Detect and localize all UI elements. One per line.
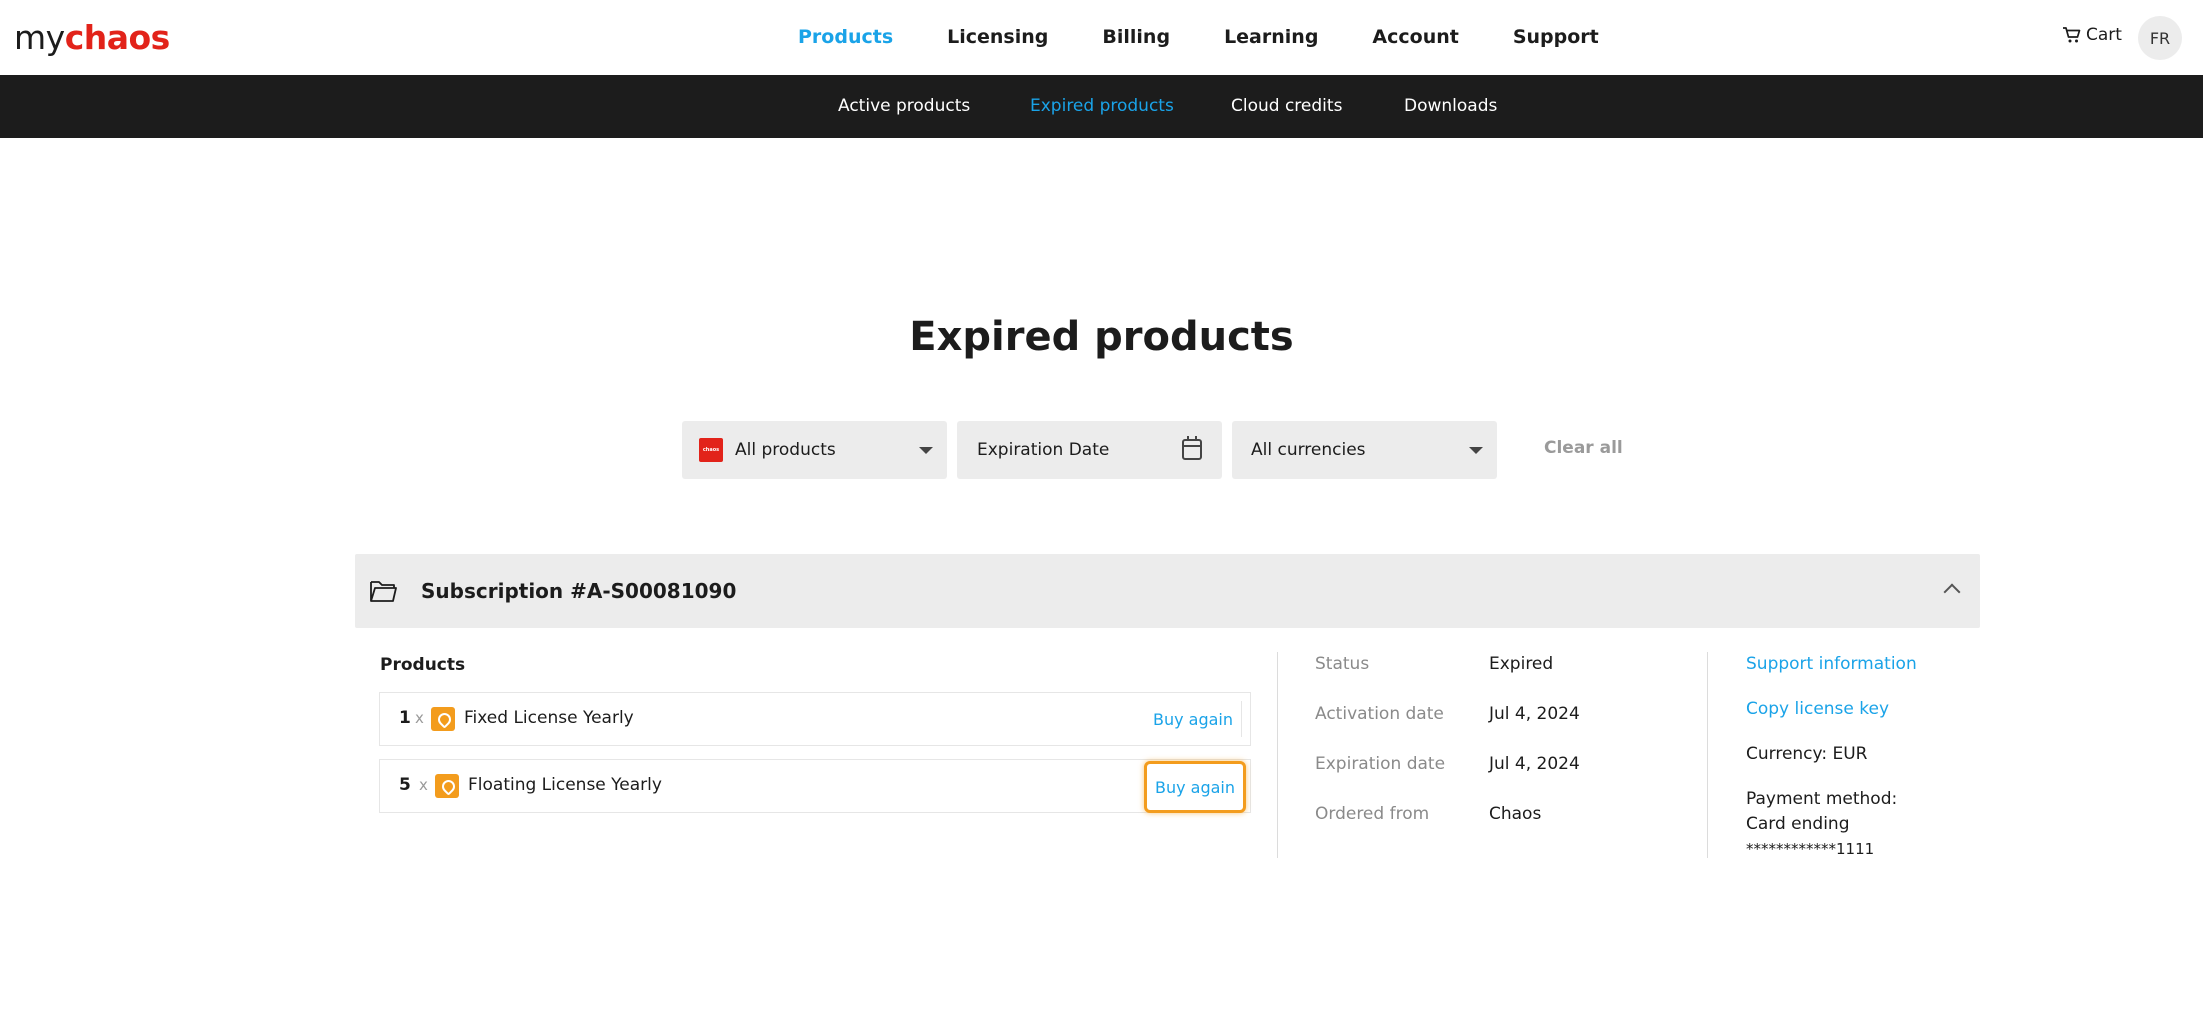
subnav-downloads[interactable]: Downloads (1404, 96, 1497, 116)
chevron-down-icon (919, 447, 933, 454)
nav-billing[interactable]: Billing (1102, 26, 1170, 48)
nav-account[interactable]: Account (1372, 26, 1458, 48)
clear-all-button[interactable]: Clear all (1544, 438, 1623, 458)
subnav-active-products[interactable]: Active products (838, 96, 970, 116)
chevron-up-icon[interactable] (1943, 583, 1961, 601)
times-sign: x (415, 709, 424, 727)
ordered-from-label: Ordered from (1315, 804, 1430, 824)
buy-again-button[interactable]: Buy again (1144, 701, 1242, 737)
product-row: 1 x Fixed License Yearly Buy again (379, 692, 1251, 746)
copy-license-key-link[interactable]: Copy license key (1746, 699, 1889, 719)
column-divider (1707, 652, 1708, 858)
main-nav: Products Licensing Billing Learning Acco… (798, 26, 1653, 48)
subnav-expired-products[interactable]: Expired products (1030, 96, 1174, 116)
logo-my: my (14, 18, 65, 57)
mychaos-logo[interactable]: my chaos (14, 18, 170, 62)
products-filter-value: All products (735, 440, 836, 460)
page-title: Expired products (909, 314, 1294, 360)
buy-again-button-highlighted[interactable]: Buy again (1143, 761, 1246, 813)
chaos-brand-icon: chaos (699, 438, 723, 462)
support-information-link[interactable]: Support information (1746, 654, 1917, 674)
column-divider (1277, 652, 1278, 858)
times-sign: x (419, 776, 428, 794)
folder-icon (370, 581, 397, 602)
expiration-date-placeholder: Expiration Date (977, 440, 1110, 460)
product-name: Floating License Yearly (468, 775, 662, 795)
nav-products[interactable]: Products (798, 26, 893, 48)
products-filter-select[interactable]: chaos All products (682, 421, 947, 479)
logo-chaos: chaos (64, 18, 171, 57)
payment-card-number: ************1111 (1746, 840, 1875, 858)
brand-chip-text: chaos (702, 447, 720, 453)
nav-learning[interactable]: Learning (1224, 26, 1318, 48)
cart-label: Cart (2086, 25, 2122, 45)
license-product-icon (435, 774, 459, 798)
product-row: 5 x Floating License Yearly Buy again (379, 759, 1251, 813)
currency-text: Currency: EUR (1746, 744, 1868, 764)
subnav-cloud-credits[interactable]: Cloud credits (1231, 96, 1342, 116)
payment-method-label: Payment method: (1746, 789, 1898, 809)
currencies-filter-value: All currencies (1251, 440, 1366, 460)
nav-licensing[interactable]: Licensing (947, 26, 1048, 48)
ordered-from-value: Chaos (1489, 804, 1542, 824)
activation-date-label: Activation date (1315, 704, 1444, 724)
expiration-date-label: Expiration date (1315, 754, 1446, 774)
expiration-date-picker[interactable]: Expiration Date (957, 421, 1222, 479)
status-value: Expired (1489, 654, 1554, 674)
sub-nav: Active products Expired products Cloud c… (0, 75, 2203, 138)
product-quantity: 1 (399, 708, 411, 728)
status-label: Status (1315, 654, 1370, 674)
activation-date-value: Jul 4, 2024 (1489, 704, 1580, 724)
license-product-icon (431, 707, 455, 731)
top-header: my chaos Products Licensing Billing Lear… (0, 0, 2203, 75)
chevron-down-icon (1469, 447, 1483, 454)
product-quantity: 5 (399, 775, 411, 795)
expiration-date-value: Jul 4, 2024 (1489, 754, 1580, 774)
currencies-filter-select[interactable]: All currencies (1232, 421, 1497, 479)
nav-support[interactable]: Support (1513, 26, 1599, 48)
payment-card-text: Card ending (1746, 814, 1850, 834)
cart-button[interactable]: Cart (2062, 25, 2122, 45)
products-section-label: Products (380, 655, 466, 675)
subscription-title: Subscription #A-S00081090 (421, 579, 737, 603)
calendar-icon (1182, 436, 1202, 460)
subscription-header[interactable]: Subscription #A-S00081090 (355, 554, 1980, 628)
user-avatar[interactable]: FR (2138, 16, 2182, 60)
product-name: Fixed License Yearly (464, 708, 634, 728)
cart-icon (2063, 27, 2081, 43)
